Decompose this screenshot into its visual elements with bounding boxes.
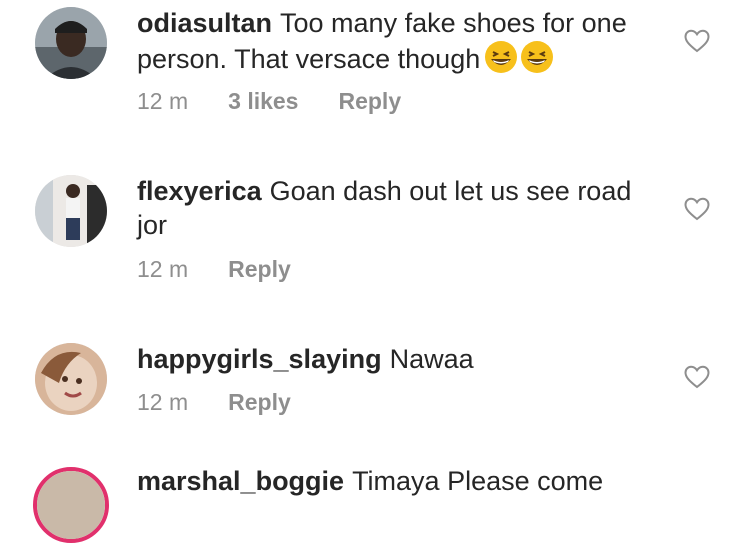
heart-outline-icon[interactable] (684, 29, 710, 53)
comment-body: Timaya Please come (352, 466, 604, 496)
avatar[interactable] (35, 175, 107, 247)
avatar[interactable] (35, 343, 107, 415)
avatar (37, 471, 105, 539)
emoji-group (484, 40, 554, 74)
comment-text-block: happygirls_slaying Nawaa (137, 342, 657, 376)
comment-username[interactable]: happygirls_slaying (137, 344, 382, 374)
heart-outline-icon[interactable] (684, 197, 710, 221)
comment-likes[interactable]: 3 likes (228, 88, 298, 115)
avatar-image (35, 7, 107, 79)
grinning-squinting-face-icon (484, 40, 518, 74)
heart-outline-icon[interactable] (684, 365, 710, 389)
comment-username[interactable]: odiasultan (137, 8, 272, 38)
comment-text-block: flexyerica Goan dash out let us see road … (137, 174, 657, 242)
reply-button[interactable]: Reply (228, 256, 291, 283)
reply-button[interactable]: Reply (228, 389, 291, 416)
comment-time: 12 m (137, 88, 189, 114)
comment-meta: 12 m Reply (137, 256, 291, 283)
reply-button[interactable]: Reply (338, 88, 401, 115)
comment-username[interactable]: flexyerica (137, 176, 262, 206)
avatar[interactable] (35, 7, 107, 79)
comment-time: 12 m (137, 389, 189, 415)
comment-time: 12 m (137, 256, 189, 282)
comment-meta: 12 m Reply (137, 389, 291, 416)
grinning-squinting-face-icon (520, 40, 554, 74)
avatar-story-ring[interactable] (33, 467, 109, 543)
comment-meta: 12 m 3 likes Reply (137, 88, 401, 115)
comment-username[interactable]: marshal_boggie (137, 466, 344, 496)
comment-text-block: marshal_boggie Timaya Please come (137, 464, 657, 498)
avatar-image (35, 343, 107, 415)
avatar-image (35, 175, 107, 247)
comment-text-block: odiasultan Too many fake shoes for one pe… (137, 6, 657, 76)
comment-body: Nawaa (389, 344, 474, 374)
